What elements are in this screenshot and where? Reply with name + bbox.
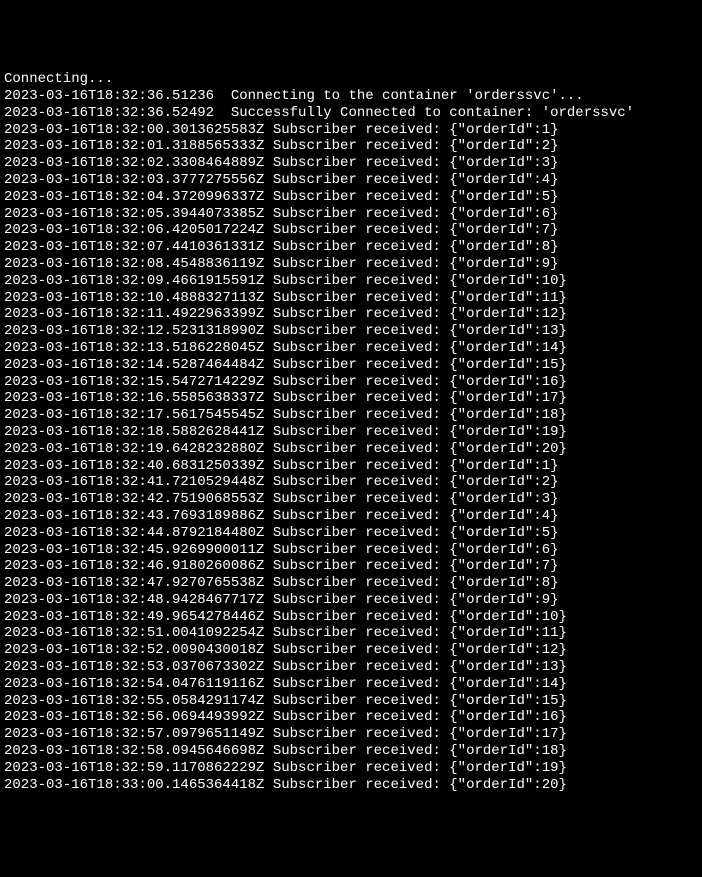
log-line: 2023-03-16T18:32:19.6428232880Z Subscrib… (4, 441, 698, 458)
log-line: 2023-03-16T18:32:48.9428467717Z Subscrib… (4, 592, 698, 609)
log-line: 2023-03-16T18:32:54.0476119116Z Subscrib… (4, 676, 698, 693)
log-line: 2023-03-16T18:32:55.0584291174Z Subscrib… (4, 693, 698, 710)
log-line: 2023-03-16T18:32:49.9654278446Z Subscrib… (4, 609, 698, 626)
log-line: 2023-03-16T18:32:11.4922963399Z Subscrib… (4, 306, 698, 323)
log-line: 2023-03-16T18:32:18.5882628441Z Subscrib… (4, 424, 698, 441)
terminal-output: Connecting...2023-03-16T18:32:36.51236 C… (4, 71, 698, 793)
log-line: 2023-03-16T18:32:52.0090430018Z Subscrib… (4, 642, 698, 659)
log-line: 2023-03-16T18:32:53.0370673302Z Subscrib… (4, 659, 698, 676)
log-line: 2023-03-16T18:32:13.5186228045Z Subscrib… (4, 340, 698, 357)
connected-msg-line: 2023-03-16T18:32:36.52492 Successfully C… (4, 105, 698, 122)
log-line: 2023-03-16T18:32:57.0979651149Z Subscrib… (4, 726, 698, 743)
log-line: 2023-03-16T18:32:09.4661915591Z Subscrib… (4, 273, 698, 290)
log-line: 2023-03-16T18:32:51.0041092254Z Subscrib… (4, 625, 698, 642)
log-line: 2023-03-16T18:32:05.3944073385Z Subscrib… (4, 206, 698, 223)
log-line: 2023-03-16T18:32:07.4410361331Z Subscrib… (4, 239, 698, 256)
log-line: 2023-03-16T18:32:17.5617545545Z Subscrib… (4, 407, 698, 424)
log-line: 2023-03-16T18:32:08.4548836119Z Subscrib… (4, 256, 698, 273)
log-line: 2023-03-16T18:32:44.8792184480Z Subscrib… (4, 525, 698, 542)
log-line: 2023-03-16T18:32:12.5231318990Z Subscrib… (4, 323, 698, 340)
log-line: 2023-03-16T18:32:03.3777275556Z Subscrib… (4, 172, 698, 189)
log-line: 2023-03-16T18:32:00.3013625583Z Subscrib… (4, 122, 698, 139)
log-line: 2023-03-16T18:32:40.6831250339Z Subscrib… (4, 458, 698, 475)
log-container: 2023-03-16T18:32:00.3013625583Z Subscrib… (4, 122, 698, 794)
log-line: 2023-03-16T18:32:06.4205017224Z Subscrib… (4, 222, 698, 239)
connect-msg-line: 2023-03-16T18:32:36.51236 Connecting to … (4, 88, 698, 105)
log-line: 2023-03-16T18:32:59.1170862229Z Subscrib… (4, 760, 698, 777)
log-line: 2023-03-16T18:32:58.0945646698Z Subscrib… (4, 743, 698, 760)
log-line: 2023-03-16T18:32:15.5472714229Z Subscrib… (4, 374, 698, 391)
log-line: 2023-03-16T18:32:04.3720996337Z Subscrib… (4, 189, 698, 206)
log-line: 2023-03-16T18:33:00.1465364418Z Subscrib… (4, 777, 698, 794)
log-line: 2023-03-16T18:32:47.9270765538Z Subscrib… (4, 575, 698, 592)
log-line: 2023-03-16T18:32:41.7210529448Z Subscrib… (4, 474, 698, 491)
log-line: 2023-03-16T18:32:10.4888327113Z Subscrib… (4, 290, 698, 307)
log-line: 2023-03-16T18:32:14.5287464484Z Subscrib… (4, 357, 698, 374)
log-line: 2023-03-16T18:32:46.9180260086Z Subscrib… (4, 558, 698, 575)
log-line: 2023-03-16T18:32:16.5585638337Z Subscrib… (4, 390, 698, 407)
log-line: 2023-03-16T18:32:02.3308464889Z Subscrib… (4, 155, 698, 172)
log-line: 2023-03-16T18:32:45.9269900011Z Subscrib… (4, 542, 698, 559)
log-line: 2023-03-16T18:32:42.7519068553Z Subscrib… (4, 491, 698, 508)
log-line: 2023-03-16T18:32:43.7693189886Z Subscrib… (4, 508, 698, 525)
log-line: 2023-03-16T18:32:56.0694493992Z Subscrib… (4, 709, 698, 726)
log-line: 2023-03-16T18:32:01.3188565333Z Subscrib… (4, 138, 698, 155)
connecting-line: Connecting... (4, 71, 698, 88)
